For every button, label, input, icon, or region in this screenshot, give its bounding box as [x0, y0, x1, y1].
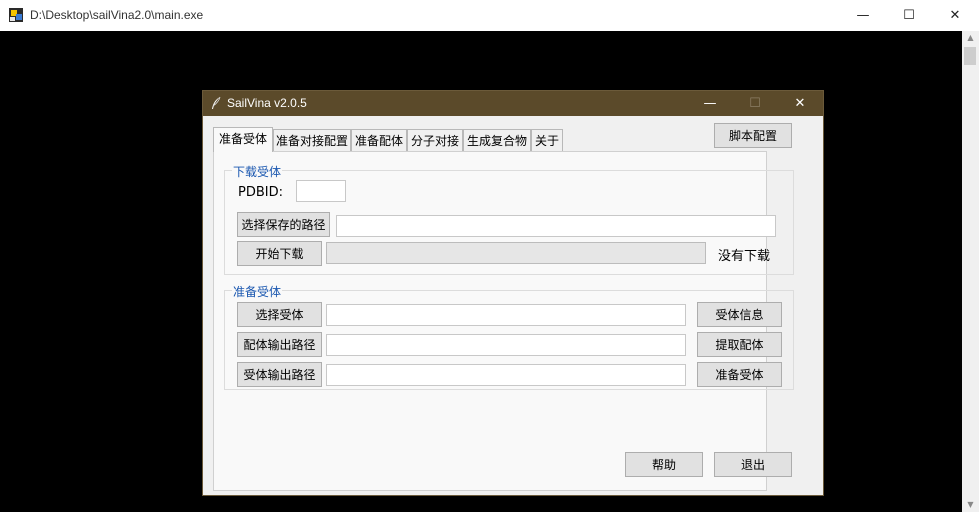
app-maximize-button[interactable]: ☐	[732, 91, 778, 116]
receptor-output-path-field[interactable]	[326, 364, 686, 386]
download-progress-bar	[326, 242, 706, 264]
console-title: D:\Desktop\sailVina2.0\main.exe	[30, 8, 204, 22]
tab-molecular-docking[interactable]: 分子对接	[407, 129, 463, 151]
tab-generate-complex[interactable]: 生成复合物	[463, 129, 531, 151]
exit-button[interactable]: 退出	[714, 452, 792, 477]
pdbid-label: PDBID:	[238, 185, 283, 200]
save-path-field[interactable]	[336, 215, 776, 237]
scroll-down-arrow-icon[interactable]: ▼	[962, 498, 979, 512]
console-close-button[interactable]: ✕	[932, 0, 978, 31]
sailvina-window: SailVina v2.0.5 — ☐ ✕ 准备受体 准备对接配置 准备配体 分…	[202, 90, 824, 496]
tab-prepare-receptor[interactable]: 准备受体	[213, 127, 273, 152]
help-button[interactable]: 帮助	[625, 452, 703, 477]
start-download-button[interactable]: 开始下载	[237, 241, 322, 266]
app-title: SailVina v2.0.5	[227, 96, 307, 110]
choose-save-path-button[interactable]: 选择保存的路径	[237, 212, 330, 237]
prepare-receptor-button[interactable]: 准备受体	[697, 362, 782, 387]
tab-prepare-ligand[interactable]: 准备配体	[351, 129, 407, 151]
tab-about[interactable]: 关于	[531, 129, 563, 151]
pdbid-input[interactable]	[296, 180, 346, 202]
receptor-info-button[interactable]: 受体信息	[697, 302, 782, 327]
tab-docking-config[interactable]: 准备对接配置	[273, 129, 351, 151]
console-minimize-button[interactable]: —	[840, 0, 886, 31]
feather-icon	[212, 96, 221, 109]
receptor-path-field[interactable]	[326, 304, 686, 326]
ligand-output-path-button[interactable]: 配体输出路径	[237, 332, 322, 357]
console-maximize-button[interactable]: ☐	[886, 0, 932, 31]
console-scrollbar[interactable]: ▲ ▼	[962, 31, 979, 512]
scroll-thumb[interactable]	[964, 47, 976, 65]
ligand-output-path-field[interactable]	[326, 334, 686, 356]
prepare-receptor-group-title: 准备受体	[232, 283, 283, 300]
app-titlebar: SailVina v2.0.5 — ☐ ✕	[203, 91, 823, 116]
script-config-button[interactable]: 脚本配置	[714, 123, 792, 148]
scroll-up-arrow-icon[interactable]: ▲	[962, 31, 979, 45]
console-app-icon	[9, 8, 23, 22]
download-status: 没有下载	[718, 249, 771, 264]
app-minimize-button[interactable]: —	[687, 91, 733, 116]
app-close-button[interactable]: ✕	[777, 91, 823, 116]
receptor-output-path-button[interactable]: 受体输出路径	[237, 362, 322, 387]
choose-receptor-button[interactable]: 选择受体	[237, 302, 322, 327]
console-titlebar: D:\Desktop\sailVina2.0\main.exe — ☐ ✕	[0, 0, 979, 31]
download-receptor-group-title: 下载受体	[232, 163, 283, 180]
extract-ligand-button[interactable]: 提取配体	[697, 332, 782, 357]
